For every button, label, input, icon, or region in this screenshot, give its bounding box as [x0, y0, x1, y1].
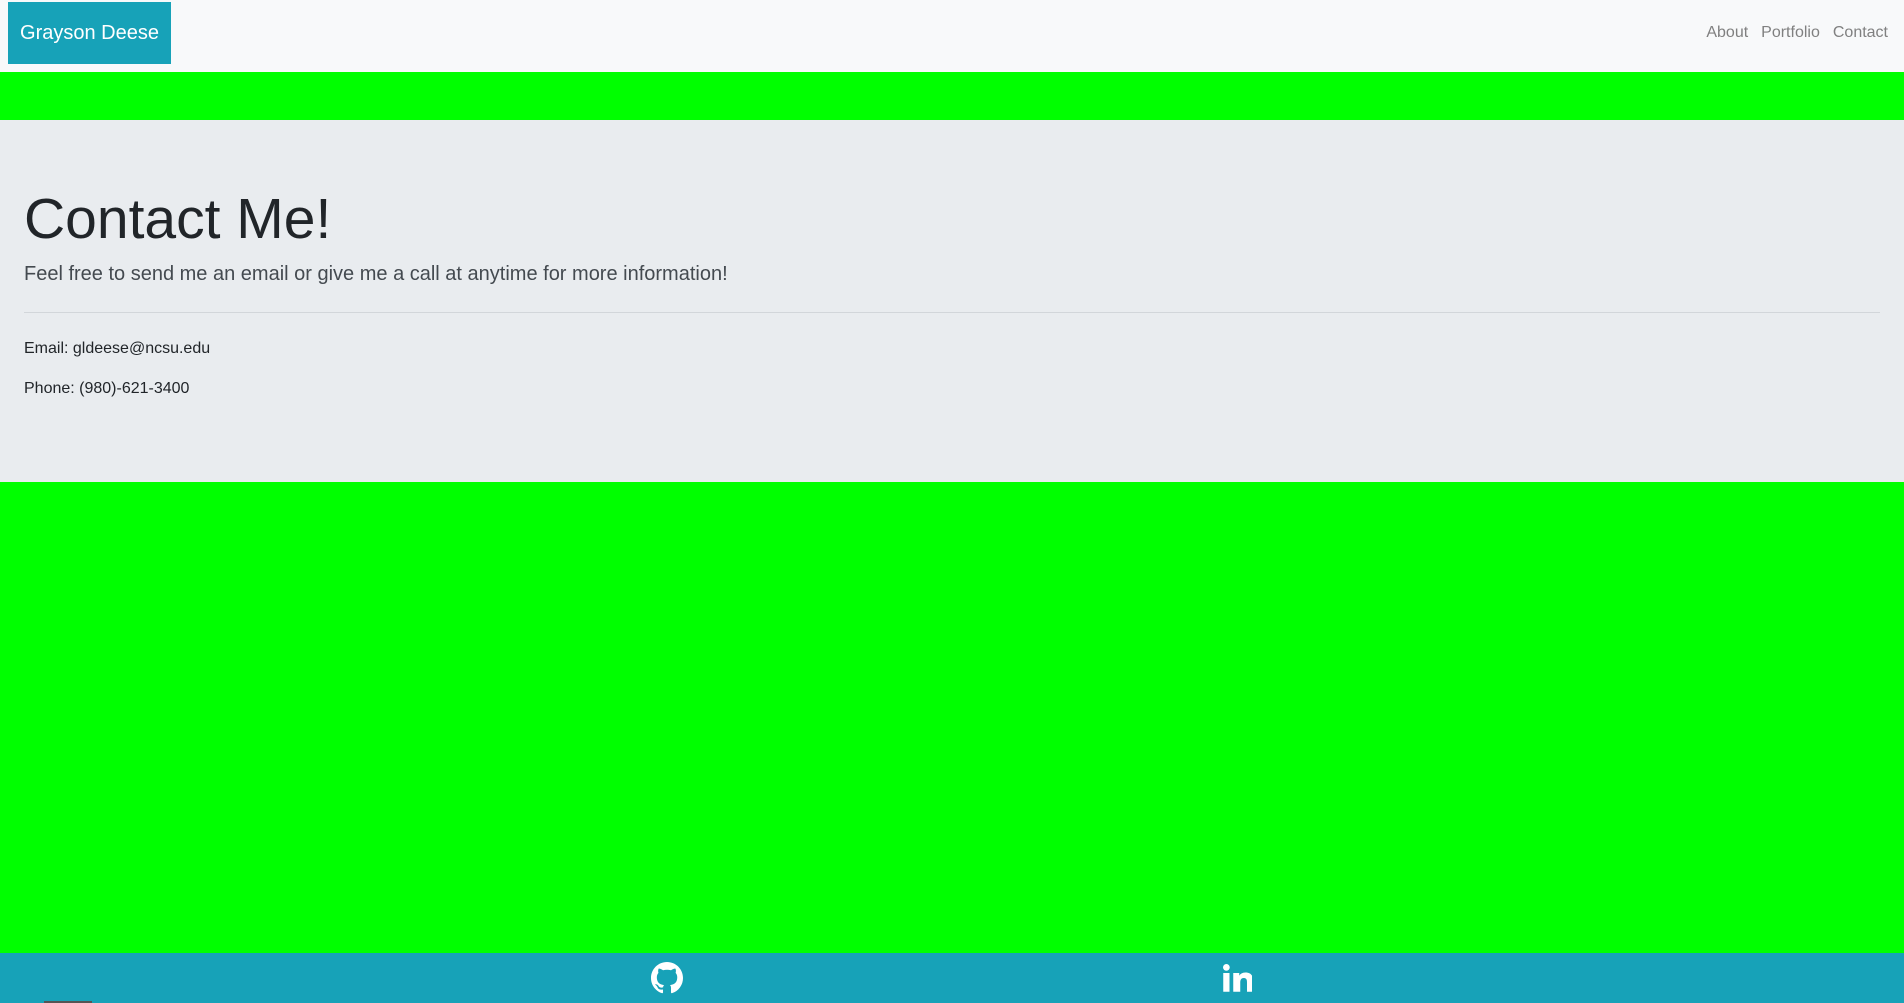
- footer: [0, 953, 1904, 1003]
- linkedin-icon[interactable]: [1221, 962, 1253, 994]
- nav-link-about[interactable]: About: [1706, 24, 1748, 42]
- spacer-band: [0, 72, 1904, 120]
- contact-lead: Feel free to send me an email or give me…: [24, 263, 728, 285]
- github-icon[interactable]: [651, 962, 683, 994]
- contact-email: Email: gldeese@ncsu.edu: [24, 340, 211, 357]
- page-title: Contact Me!: [24, 187, 332, 251]
- nav-link-contact[interactable]: Contact: [1833, 24, 1888, 42]
- contact-jumbotron: Contact Me! Feel free to send me an emai…: [0, 120, 1904, 482]
- navbar: Grayson Deese About Portfolio Contact: [0, 0, 1904, 72]
- contact-phone: Phone: (980)-621-3400: [24, 380, 190, 397]
- brand-link[interactable]: Grayson Deese: [8, 2, 171, 64]
- nav-link-portfolio[interactable]: Portfolio: [1761, 24, 1820, 42]
- divider: [24, 312, 1880, 313]
- nav-links: About Portfolio Contact: [1706, 24, 1888, 42]
